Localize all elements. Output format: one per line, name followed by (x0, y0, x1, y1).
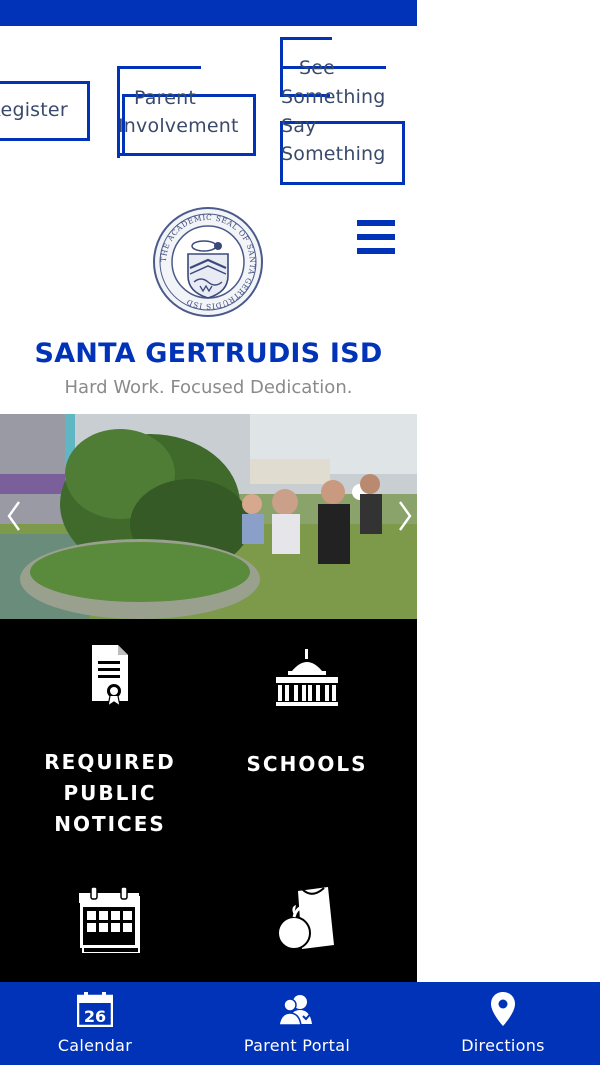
calendar-icon (78, 886, 140, 954)
nav-calendar-label: Calendar (57, 1036, 133, 1055)
site-title[interactable]: SANTA GERTRUDIS ISD (0, 338, 417, 369)
tile-schools[interactable]: SCHOOLS (203, 647, 411, 780)
menu-icon-bar (357, 248, 395, 254)
tile-label-line: REQUIRED (44, 750, 176, 774)
site-tagline: Hard Work. Focused Dedication. (64, 377, 353, 398)
see-something-label-line3[interactable]: Say (281, 112, 317, 140)
quick-tiles-grid: REQUIRED PUBLIC NOTICES SCHOOLS (0, 619, 417, 982)
see-something-label-line4[interactable]: Something (281, 140, 386, 168)
menu-icon[interactable] (357, 218, 395, 256)
nav-parent-portal[interactable]: Parent Portal (202, 982, 392, 1065)
bottom-navigation: 26 Calendar Parent Portal Directions (0, 982, 600, 1065)
parent-involvement-label-line1[interactable]: Parent (134, 84, 196, 112)
menu-icon-bar (357, 234, 395, 240)
tile-calendar[interactable] (6, 885, 214, 957)
district-seal-logo[interactable]: THE ACADEMIC SEAL OF SANTA GERTRUDIS ISD (152, 206, 264, 318)
nav-directions[interactable]: Directions (408, 982, 598, 1065)
frame-line (280, 37, 332, 40)
nav-parent-portal-label: Parent Portal (243, 1036, 351, 1055)
tile-label-line: SCHOOLS (246, 752, 368, 776)
tile-label-line: PUBLIC (63, 781, 157, 805)
parent-involvement-link[interactable]: Parent Involvement (115, 64, 260, 160)
hero-carousel-image (0, 414, 417, 619)
frame-line (117, 153, 207, 156)
tile-label-line: NOTICES (54, 812, 166, 836)
lunch-bag-apple-icon (277, 887, 334, 950)
calendar-day-number: 26 (84, 1007, 106, 1026)
tile-nutrition[interactable] (203, 885, 411, 957)
register-link-label[interactable]: Register (0, 96, 68, 124)
nav-calendar[interactable]: 26 Calendar (0, 982, 190, 1065)
parent-involvement-label-line2[interactable]: Involvement (118, 112, 239, 140)
register-link[interactable]: Register (0, 78, 92, 142)
parent-portal-people-icon (278, 995, 313, 1026)
tile-required-public-notices[interactable]: REQUIRED PUBLIC NOTICES (6, 643, 214, 840)
map-pin-icon (491, 992, 515, 1026)
see-something-label-line1[interactable]: See (299, 54, 335, 82)
menu-icon-bar (357, 220, 395, 226)
nav-directions-label: Directions (461, 1036, 545, 1055)
carousel-next-icon[interactable] (395, 498, 415, 534)
see-something-say-something-link[interactable]: See Something Say Something (278, 35, 408, 187)
certificate-document-icon (92, 645, 128, 708)
calendar-day-icon: 26 (77, 992, 113, 1027)
school-building-icon (276, 649, 338, 706)
frame-line (117, 66, 201, 69)
carousel-prev-icon[interactable] (4, 498, 24, 534)
see-something-label-line2[interactable]: Something (281, 83, 386, 111)
top-accent-bar (0, 0, 417, 26)
